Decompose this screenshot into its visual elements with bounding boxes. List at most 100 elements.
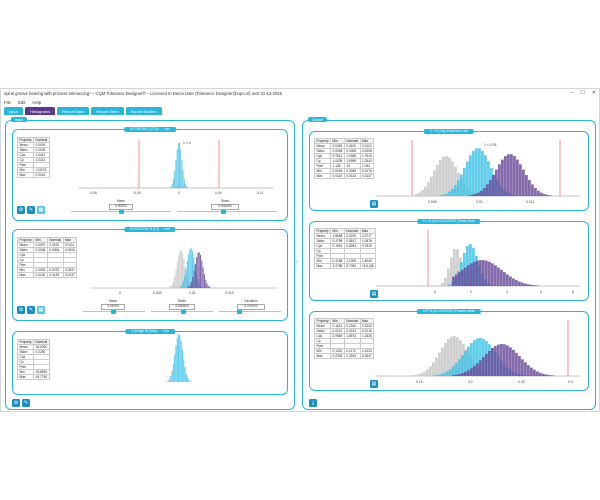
export-button[interactable]: ⤓ bbox=[309, 399, 317, 407]
histogram-bar bbox=[186, 261, 188, 288]
histogram-bar bbox=[461, 373, 464, 376]
histogram-bar bbox=[169, 187, 171, 188]
histogram-bar bbox=[185, 268, 187, 288]
close-icon[interactable]: ✕ bbox=[592, 90, 596, 96]
chart-icon: ▦ bbox=[38, 207, 44, 213]
histogram-bar bbox=[190, 281, 192, 288]
histogram-bar bbox=[188, 253, 190, 288]
histogram-bar bbox=[426, 369, 429, 376]
mean-slider-label: Mean 0.00000 bbox=[109, 199, 133, 210]
tab-report-elem[interactable]: Report Elem bbox=[91, 107, 124, 115]
menu-edit[interactable]: Edit bbox=[18, 100, 25, 105]
histogram-bar bbox=[489, 180, 492, 196]
chart-button[interactable]: ▦ bbox=[37, 206, 45, 214]
table-cell: 0.0097 bbox=[62, 267, 78, 273]
histogram-bar bbox=[438, 352, 441, 376]
histogram-bar bbox=[166, 381, 168, 382]
table-cell: 0.0082 bbox=[330, 143, 345, 149]
edit-button[interactable]: ✎ bbox=[27, 206, 35, 214]
histogram-bar bbox=[179, 251, 181, 288]
table-cell: 16.7745 bbox=[33, 374, 50, 380]
histogram-bar bbox=[437, 374, 440, 376]
menu-file[interactable]: File bbox=[4, 100, 11, 105]
histogram-bar bbox=[192, 276, 194, 288]
settings-button[interactable]: ⚙ bbox=[12, 399, 20, 407]
histogram-bar bbox=[167, 380, 169, 382]
input-panel-tag: Input bbox=[11, 117, 27, 122]
minimize-icon[interactable]: – bbox=[571, 90, 574, 96]
histogram-bar bbox=[444, 342, 447, 376]
edit-button[interactable]: ✎ bbox=[27, 306, 35, 314]
table-cell: 0.0212 bbox=[330, 328, 345, 334]
histogram-bar bbox=[169, 287, 171, 288]
table-cell: 0.2524 bbox=[343, 353, 361, 359]
edit-button[interactable]: ✎ bbox=[22, 399, 30, 407]
histogram-bar bbox=[536, 285, 539, 286]
histogram-bar bbox=[200, 254, 202, 288]
table-header: Nominal bbox=[33, 339, 50, 345]
histogram-bar bbox=[196, 257, 198, 288]
tab-histograms[interactable]: Histograms bbox=[24, 107, 56, 115]
table-cell: 0.7691 bbox=[330, 243, 345, 249]
histogram-bar bbox=[423, 371, 426, 376]
pencil-icon: ✎ bbox=[28, 307, 34, 313]
table-cell: 0.0024 bbox=[33, 172, 50, 178]
histogram-bar bbox=[509, 347, 512, 376]
histogram-bar bbox=[455, 363, 458, 376]
sigma-marker-label: 1 × 0.05 bbox=[484, 143, 496, 147]
table-header: Property bbox=[313, 228, 332, 234]
chart-options-button[interactable]: ▤ bbox=[370, 200, 378, 208]
histogram-bar bbox=[176, 262, 178, 288]
tab-report-base[interactable]: Report Base bbox=[57, 107, 90, 115]
table-header: Nominal bbox=[46, 237, 64, 243]
table-cell: 0.0115 bbox=[330, 173, 345, 179]
histogram-bar bbox=[201, 260, 203, 288]
settings-button[interactable]: ⚙ bbox=[17, 306, 25, 314]
table-header: Property bbox=[16, 137, 35, 143]
stdev-slider-label: Stdev 0.000080 bbox=[211, 199, 239, 210]
menu-help[interactable]: Help bbox=[32, 100, 41, 105]
collapse-handle-icon[interactable]: ‹ bbox=[296, 259, 301, 269]
histogram-bar bbox=[494, 346, 497, 376]
sigma-marker-label: 1 × σ bbox=[183, 141, 192, 145]
histogram-bar bbox=[445, 193, 448, 196]
histogram-bar bbox=[175, 269, 177, 288]
chart-options-button[interactable]: ▤ bbox=[370, 380, 378, 388]
tick-label: 0.11 bbox=[257, 191, 263, 195]
histogram-bar bbox=[446, 371, 449, 376]
table-header: Property bbox=[313, 138, 332, 144]
chart-button[interactable]: ▦ bbox=[37, 306, 45, 314]
histogram-bar bbox=[500, 344, 503, 376]
histogram-chart: 1 × σ -0.08 -0.04 0 0.04 0.11 bbox=[79, 140, 273, 195]
histogram-bar bbox=[468, 195, 471, 196]
tick-label: 0.008 bbox=[428, 200, 437, 204]
histogram-bar bbox=[515, 280, 518, 286]
histogram-bar bbox=[473, 261, 476, 286]
histogram-bar bbox=[174, 170, 176, 188]
histogram-bar bbox=[485, 260, 488, 286]
histogram-bar bbox=[470, 368, 473, 376]
chart-options-button[interactable]: ▤ bbox=[370, 290, 378, 298]
tick-label: 0.04 bbox=[215, 191, 222, 195]
histogram-bar bbox=[483, 188, 486, 196]
mean-slider-label: Mean 0.01000 bbox=[101, 299, 125, 310]
histogram-bar bbox=[171, 183, 173, 188]
histogram-bar bbox=[524, 362, 527, 376]
stats-table: Property Min Nominal Max Mean 0.0097 0.0100 0.… bbox=[16, 237, 78, 278]
table-cell: Max bbox=[16, 272, 35, 278]
histogram-bar bbox=[461, 355, 464, 376]
histogram-bar bbox=[198, 252, 200, 288]
histogram-bar bbox=[534, 188, 537, 196]
table-cell: 0.0097 bbox=[33, 242, 48, 248]
tick-label: 6 bbox=[540, 290, 542, 294]
histogram-bar bbox=[500, 269, 503, 286]
tab-input[interactable]: Input bbox=[4, 107, 23, 115]
histogram-bar bbox=[203, 274, 205, 288]
tab-export-studies[interactable]: Export Studies bbox=[125, 107, 162, 115]
maximize-icon[interactable]: ☐ bbox=[580, 90, 584, 96]
histogram-bar bbox=[183, 358, 185, 382]
settings-button[interactable]: ⚙ bbox=[17, 206, 25, 214]
histogram-bar bbox=[491, 348, 494, 376]
histogram-bar bbox=[188, 286, 190, 288]
histogram-bar bbox=[417, 374, 420, 376]
